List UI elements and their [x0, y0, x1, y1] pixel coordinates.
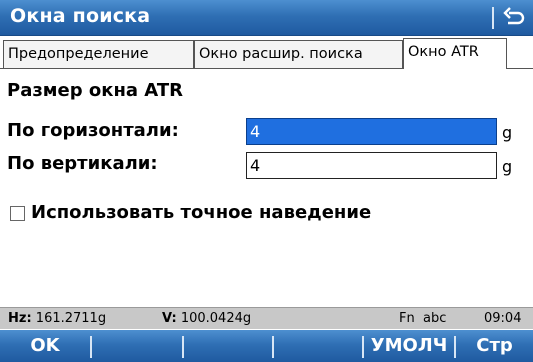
- hz-label: Hz:: [8, 311, 32, 326]
- fine-pointing-label[interactable]: Использовать точное наведение: [31, 202, 371, 223]
- title-bar: Окна поиска: [0, 0, 533, 36]
- hz-readout: Hz: 161.2711g: [8, 308, 106, 329]
- window-title: Окна поиска: [10, 5, 151, 27]
- vertical-label: По вертикали:: [7, 153, 158, 174]
- ok-softkey[interactable]: OK: [0, 330, 90, 362]
- tab-atr-window[interactable]: Окно ATR: [403, 38, 507, 69]
- vertical-size-input[interactable]: 4: [246, 152, 497, 179]
- horizontal-label: По горизонтали:: [7, 120, 179, 141]
- return-arrow-icon: [503, 7, 525, 25]
- section-title: Размер окна ATR: [7, 80, 183, 101]
- v-label: V:: [162, 311, 177, 326]
- horizontal-size-input[interactable]: 4: [246, 118, 497, 145]
- default-softkey[interactable]: УМОЛЧ: [364, 330, 454, 362]
- softkey-3[interactable]: [184, 330, 272, 362]
- vertical-unit: g: [502, 157, 513, 176]
- tab-predefined[interactable]: Предопределение: [3, 40, 194, 68]
- tab-bar: Предопределение Окно расшир. поиска Окно…: [0, 36, 533, 71]
- tab-extended-search-window[interactable]: Окно расшир. поиска: [194, 40, 403, 68]
- v-readout: V: 100.0424g: [162, 308, 251, 329]
- hz-value: 161.2711g: [35, 311, 107, 326]
- softkey-bar: OK УМОЛЧ Стр: [0, 330, 533, 362]
- status-bar: Hz: 161.2711g V: 100.0424g Fn abc 09:04: [0, 307, 533, 329]
- clock: 09:04: [484, 311, 522, 326]
- page-softkey[interactable]: Стр: [456, 330, 533, 362]
- input-mode-indicator: Fn abc: [399, 311, 447, 326]
- softkey-4[interactable]: [274, 330, 362, 362]
- v-value: 100.0424g: [180, 311, 252, 326]
- fine-pointing-checkbox[interactable]: [10, 206, 25, 221]
- back-button[interactable]: [500, 4, 528, 32]
- title-divider: [492, 7, 494, 29]
- horizontal-unit: g: [502, 123, 513, 142]
- softkey-2[interactable]: [92, 330, 182, 362]
